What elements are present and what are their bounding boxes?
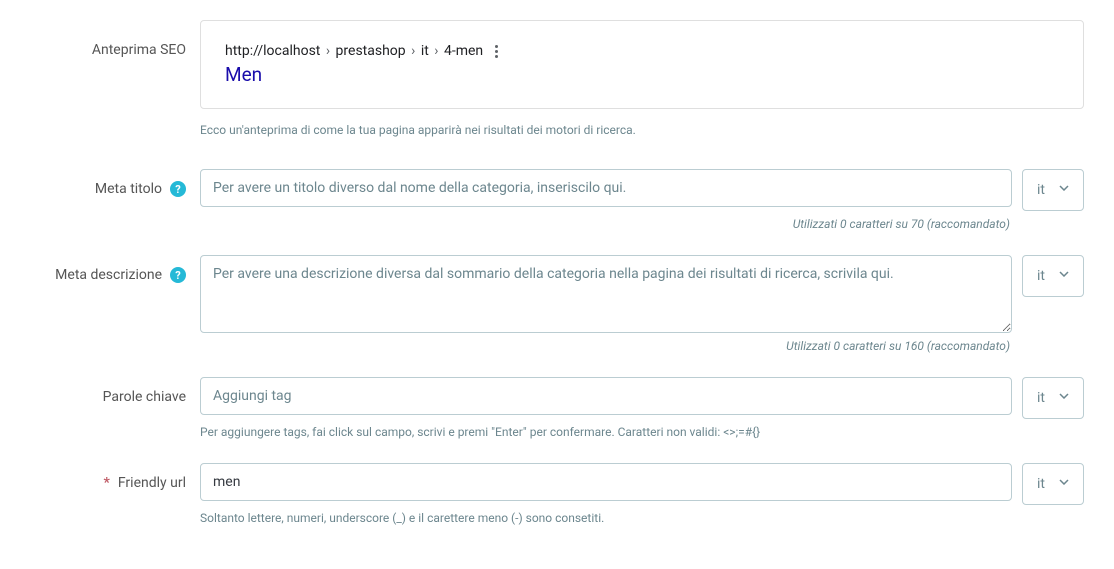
keywords-input[interactable] (200, 377, 1012, 415)
meta-description-counter: Utilizzati 0 caratteri su 160 (raccomand… (200, 339, 1084, 353)
keywords-label: Parole chiave (103, 389, 186, 405)
required-asterisk-icon: * (104, 475, 110, 491)
meta-description-input-col: it Utilizzati 0 caratteri su 160 (raccom… (200, 255, 1084, 371)
meta-title-label: Meta titolo (95, 181, 162, 197)
lang-dropdown[interactable]: it (1022, 169, 1084, 211)
meta-title-label-col: Meta titolo ? (10, 169, 200, 197)
lang-dropdown[interactable]: it (1022, 377, 1084, 419)
friendly-url-input[interactable] (200, 463, 1012, 501)
meta-description-label: Meta descrizione (55, 267, 162, 283)
seo-preview-box: http://localhost › prestashop › it › 4-m… (200, 20, 1084, 109)
keywords-input-col: it Per aggiungere tags, fai click sul ca… (200, 377, 1084, 457)
friendly-url-help-text: Soltanto lettere, numeri, underscore (_)… (200, 511, 1084, 525)
chevron-down-icon (1059, 271, 1069, 281)
meta-title-input-col: it Utilizzati 0 caratteri su 70 (raccoma… (200, 169, 1084, 249)
lang-dropdown[interactable]: it (1022, 255, 1084, 297)
seo-preview-input-col: http://localhost › prestashop › it › 4-m… (200, 20, 1084, 163)
chevron-down-icon (1059, 479, 1069, 489)
keywords-input-row: it (200, 377, 1084, 419)
friendly-url-input-col: it Soltanto lettere, numeri, underscore … (200, 463, 1084, 543)
meta-description-input[interactable] (200, 255, 1012, 333)
kebab-icon[interactable] (495, 45, 498, 58)
lang-text: it (1037, 268, 1045, 284)
lang-text: it (1037, 390, 1045, 406)
friendly-url-input-row: it (200, 463, 1084, 505)
breadcrumb-sep: › (408, 43, 419, 59)
seo-preview-row: Anteprima SEO http://localhost › prestas… (10, 20, 1084, 163)
chevron-down-icon (1059, 393, 1069, 403)
breadcrumb-sep: › (322, 43, 333, 59)
breadcrumb-sep: › (431, 43, 442, 59)
lang-text: it (1037, 476, 1045, 492)
seo-preview-label: Anteprima SEO (92, 42, 186, 58)
seo-preview-title: Men (225, 63, 1059, 86)
seo-preview-help-text: Ecco un'anteprima di come la tua pagina … (200, 123, 1084, 137)
meta-title-input[interactable] (200, 169, 1012, 207)
seo-url-row: http://localhost › prestashop › it › 4-m… (225, 43, 1059, 59)
help-icon[interactable]: ? (170, 181, 186, 197)
friendly-url-row: * Friendly url it Soltanto lettere, nume… (10, 463, 1084, 543)
meta-description-label-col: Meta descrizione ? (10, 255, 200, 283)
keywords-label-col: Parole chiave (10, 377, 200, 405)
seo-url-part-1: it (421, 43, 429, 59)
seo-preview-label-col: Anteprima SEO (10, 20, 200, 58)
meta-title-input-row: it (200, 169, 1084, 211)
chevron-down-icon (1059, 185, 1069, 195)
help-icon[interactable]: ? (170, 267, 186, 283)
lang-dropdown[interactable]: it (1022, 463, 1084, 505)
seo-url: http://localhost › prestashop › it › 4-m… (225, 43, 483, 59)
meta-description-row: Meta descrizione ? it Utilizzati 0 carat… (10, 255, 1084, 371)
friendly-url-label: Friendly url (118, 475, 186, 491)
seo-url-base: http://localhost (225, 43, 320, 59)
meta-title-row: Meta titolo ? it Utilizzati 0 caratteri … (10, 169, 1084, 249)
meta-title-counter: Utilizzati 0 caratteri su 70 (raccomanda… (200, 217, 1084, 231)
seo-url-part-0: prestashop (336, 43, 406, 59)
keywords-help-text: Per aggiungere tags, fai click sul campo… (200, 425, 1084, 439)
seo-url-part-2: 4-men (444, 43, 483, 59)
meta-description-input-row: it (200, 255, 1084, 333)
lang-text: it (1037, 182, 1045, 198)
keywords-row: Parole chiave it Per aggiungere tags, fa… (10, 377, 1084, 457)
friendly-url-label-col: * Friendly url (10, 463, 200, 491)
